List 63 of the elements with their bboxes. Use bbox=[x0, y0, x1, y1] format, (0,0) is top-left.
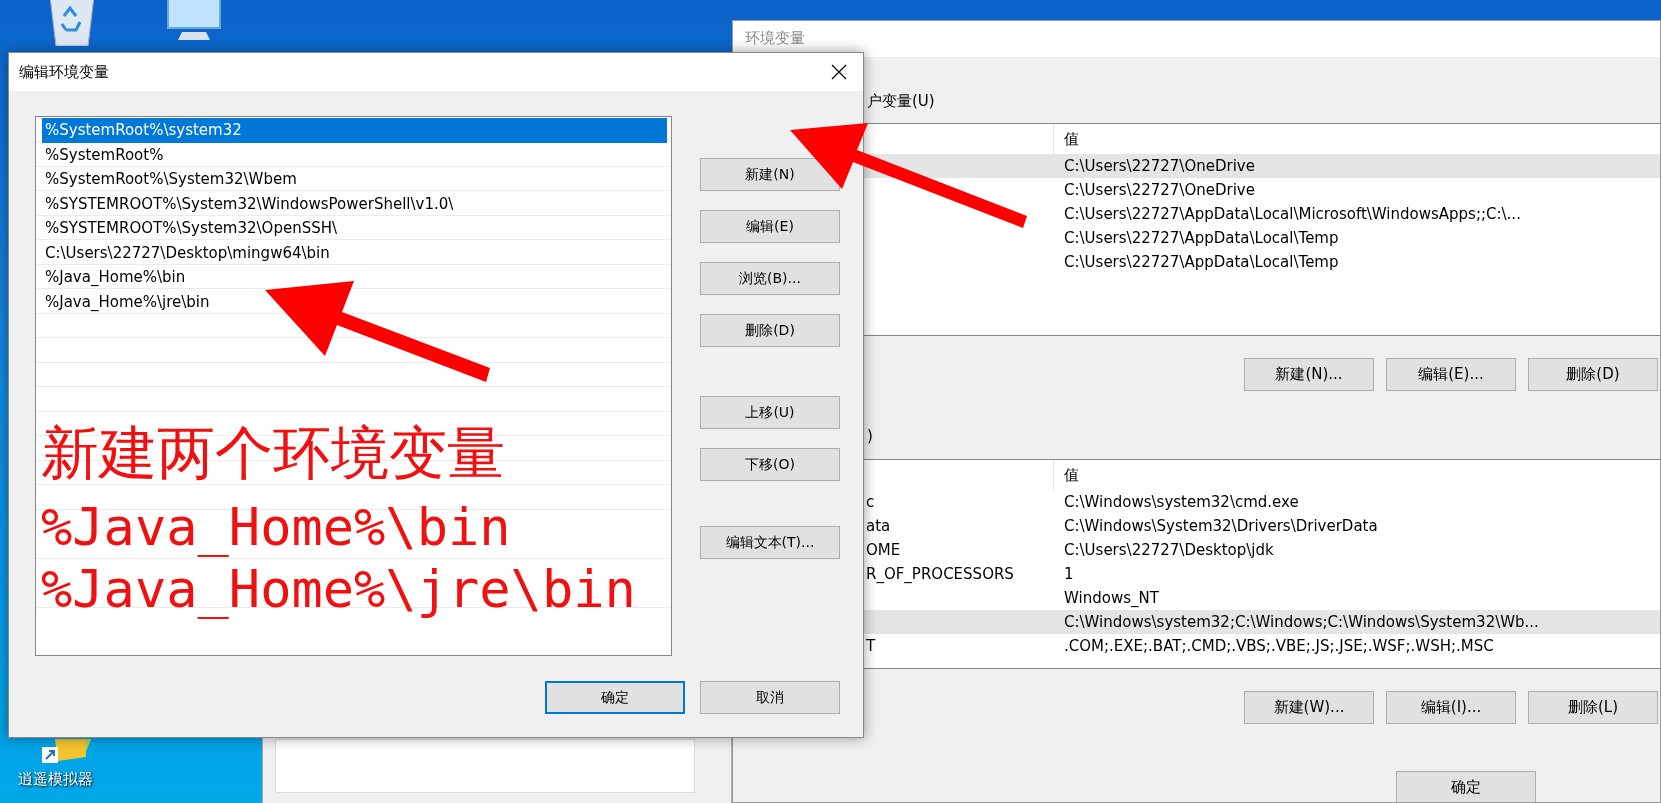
table-cell-text: OME bbox=[865, 540, 902, 561]
side-button[interactable]: 编辑文本(T)... bbox=[700, 526, 840, 559]
side-button[interactable]: 浏览(B)... bbox=[700, 262, 840, 295]
table-action-button[interactable]: 编辑(I)... bbox=[1386, 691, 1516, 724]
table-cell-text: C:\Users\22727\OneDrive bbox=[1063, 180, 1255, 201]
table-action-button[interactable]: 编辑(E)... bbox=[1386, 358, 1516, 391]
table-cell-text: C:\Users\22727\AppData\Local\Temp bbox=[1063, 228, 1339, 249]
table-row[interactable]: C:\Users\22727\OneDrive bbox=[862, 178, 1660, 202]
table-row[interactable]: OME C:\Users\22727\Desktop\jdk bbox=[862, 538, 1660, 562]
table-action-button[interactable]: 删除(D) bbox=[1528, 358, 1658, 391]
side-button[interactable]: 编辑(E) bbox=[700, 210, 840, 243]
table-action-button[interactable]: 新建(N)... bbox=[1244, 358, 1374, 391]
table-cell-text: R_OF_PROCESSORS bbox=[865, 564, 1015, 585]
column-header[interactable]: 值 bbox=[1054, 124, 1079, 154]
table-row[interactable]: C:\Users\22727\AppData\Local\Temp bbox=[862, 226, 1660, 250]
column-header[interactable]: 值 bbox=[1054, 460, 1079, 490]
side-button[interactable]: 下移(O) bbox=[700, 448, 840, 481]
table-row[interactable]: R_OF_PROCESSORS 1 bbox=[862, 562, 1660, 586]
dialog-button[interactable]: 取消 bbox=[700, 681, 840, 714]
table-row[interactable]: C:\Users\22727\AppData\Local\Microsoft\WindowsApps;;C:\... bbox=[862, 202, 1660, 226]
dialog-title: 编辑环境变量 bbox=[19, 62, 109, 82]
annotation-line: %Java_Home%\bin bbox=[41, 496, 512, 558]
table-cell-text: T bbox=[865, 636, 877, 657]
list-item[interactable]: %SYSTEMROOT%\System32\WindowsPowerShell\v1.0\ bbox=[42, 191, 667, 216]
group-label: 户变量(U) bbox=[866, 91, 935, 111]
group-label: ) bbox=[866, 426, 873, 446]
side-button[interactable]: 删除(D) bbox=[700, 314, 840, 347]
annotation-note: 新建两个环境变量 bbox=[41, 418, 506, 489]
side-button[interactable]: 上移(U) bbox=[700, 396, 840, 429]
annotation-line: %Java_Home%\jre\bin bbox=[41, 558, 636, 620]
table-cell-text: C:\Users\22727\AppData\Local\Microsoft\WindowsApps;;C:\... bbox=[1063, 204, 1521, 225]
table-row[interactable]: C:\Windows\system32;C:\Windows;C:\Windows\System32\Wb... bbox=[862, 610, 1660, 634]
dialog-button[interactable]: 确定 bbox=[545, 681, 685, 714]
list-item[interactable]: %SystemRoot%\System32\Wbem bbox=[42, 167, 667, 192]
table-cell-text: C:\Users\22727\OneDrive bbox=[1063, 156, 1255, 177]
table-action-button[interactable]: 新建(W)... bbox=[1244, 691, 1374, 724]
table-row[interactable]: ata C:\Windows\System32\Drivers\DriverData bbox=[862, 514, 1660, 538]
list-item[interactable]: C:\Users\22727\Desktop\mingw64\bin bbox=[42, 240, 667, 265]
table-cell-text: Windows_NT bbox=[1063, 588, 1159, 609]
window-title: 环境变量 bbox=[733, 21, 1660, 57]
table-cell-text: C:\Windows\system32;C:\Windows;C:\Windows\System32\Wb... bbox=[1063, 612, 1539, 633]
table-cell-text: 1 bbox=[1063, 564, 1074, 585]
table-cell-text: .COM;.EXE;.BAT;.CMD;.VBS;.VBE;.JS;.JSE;.WSF;.WSH;.MSC bbox=[1063, 636, 1494, 657]
table-cell-text: C:\Windows\System32\Drivers\DriverData bbox=[1063, 516, 1378, 537]
table-row[interactable]: C:\Users\22727\AppData\Local\Temp bbox=[862, 250, 1660, 274]
table-cell-text: c bbox=[865, 492, 876, 513]
list-item[interactable]: %SystemRoot% bbox=[42, 142, 667, 167]
list-item[interactable]: %SystemRoot%\system32 bbox=[42, 118, 667, 143]
table-cell-text: C:\Users\22727\AppData\Local\Temp bbox=[1063, 252, 1339, 273]
table-cell-text: C:\Users\22727\Desktop\jdk bbox=[1063, 540, 1274, 561]
table-row[interactable]: C:\Users\22727\OneDrive bbox=[862, 154, 1660, 178]
ok-button[interactable]: 确定 bbox=[1396, 771, 1536, 802]
table-cell-text: ata bbox=[865, 516, 892, 537]
side-button[interactable]: 新建(N) bbox=[700, 158, 840, 191]
table-row[interactable]: Windows_NT bbox=[862, 586, 1660, 610]
table-cell-text: C:\Windows\system32\cmd.exe bbox=[1063, 492, 1299, 513]
list-item[interactable]: %Java_Home%\bin bbox=[42, 265, 667, 290]
table-row[interactable]: c C:\Windows\system32\cmd.exe bbox=[862, 490, 1660, 514]
list-item[interactable]: %Java_Home%\jre\bin bbox=[42, 289, 667, 314]
table-action-button[interactable]: 删除(L) bbox=[1528, 691, 1658, 724]
table-row[interactable]: T .COM;.EXE;.BAT;.CMD;.VBS;.VBE;.JS;.JSE;.WSF;.WSH;.MSC bbox=[862, 634, 1660, 658]
close-icon[interactable] bbox=[831, 64, 847, 80]
list-item[interactable]: %SYSTEMROOT%\System32\OpenSSH\ bbox=[42, 216, 667, 241]
